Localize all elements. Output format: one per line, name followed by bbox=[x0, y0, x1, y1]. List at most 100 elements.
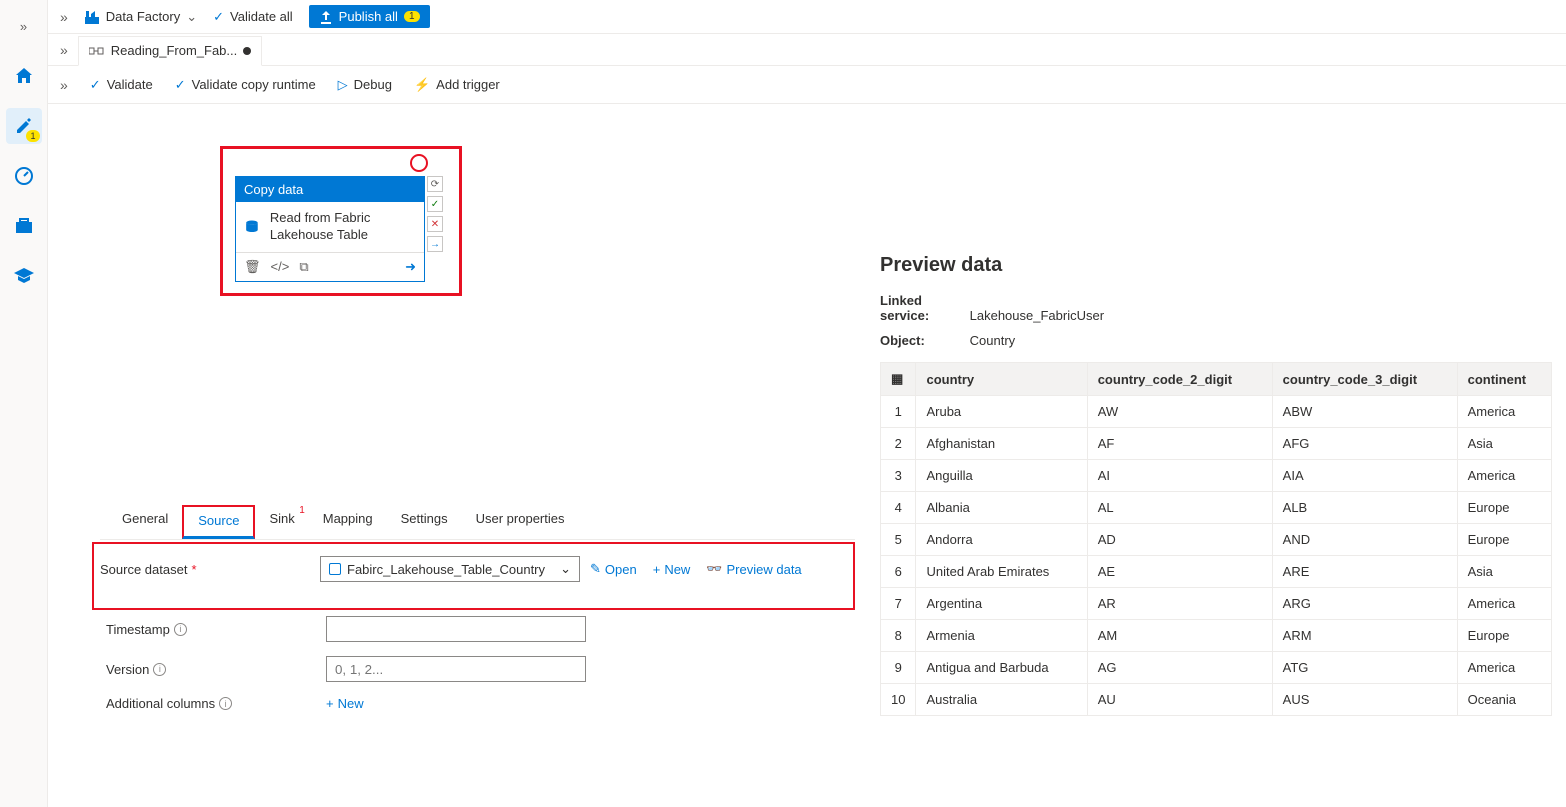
tab-user-properties[interactable]: User properties bbox=[462, 505, 579, 539]
add-column-button[interactable]: + New bbox=[326, 696, 364, 711]
code-icon[interactable]: </> bbox=[271, 259, 290, 275]
table-row[interactable]: 1ArubaAWABWAmerica bbox=[881, 396, 1552, 428]
table-row[interactable]: 7ArgentinaARARGAmerica bbox=[881, 588, 1552, 620]
rail-learn[interactable] bbox=[6, 258, 42, 294]
toolbar-expand[interactable]: » bbox=[60, 77, 68, 93]
tab-sink[interactable]: Sink 1 bbox=[255, 505, 308, 539]
pipeline-tab[interactable]: Reading_From_Fab... bbox=[78, 36, 262, 66]
table-row[interactable]: 8ArmeniaAMARMEurope bbox=[881, 620, 1552, 652]
validate-label: Validate bbox=[107, 77, 153, 92]
tab-mapping[interactable]: Mapping bbox=[309, 505, 387, 539]
table-cell: Andorra bbox=[916, 524, 1087, 556]
new-dataset-button[interactable]: + New bbox=[653, 561, 691, 577]
debug-label: Debug bbox=[354, 77, 392, 92]
table-row[interactable]: 10AustraliaAUAUSOceania bbox=[881, 684, 1552, 716]
table-cell: ARM bbox=[1272, 620, 1457, 652]
validate-copy-runtime-button[interactable]: ✓ Validate copy runtime bbox=[175, 77, 316, 93]
table-cell: Afghanistan bbox=[916, 428, 1087, 460]
home-icon bbox=[14, 66, 34, 86]
add-column-label: New bbox=[338, 696, 364, 711]
connector-skip[interactable]: ⟳ bbox=[427, 176, 443, 192]
chevron-down-icon: ⌄ bbox=[560, 561, 571, 577]
connector-success[interactable]: ✓ bbox=[427, 196, 443, 212]
validate-all-button[interactable]: ✓ Validate all bbox=[213, 9, 293, 25]
table-cell: AL bbox=[1087, 492, 1272, 524]
clone-icon[interactable]: ⧉ bbox=[299, 259, 308, 275]
row-number: 5 bbox=[881, 524, 916, 556]
preview-data-button[interactable]: 👓 Preview data bbox=[706, 561, 801, 577]
check-icon: ✓ bbox=[213, 9, 224, 25]
design-canvas[interactable]: Copy data Read from Fabric Lakehouse Tab… bbox=[100, 104, 855, 504]
validate-all-label: Validate all bbox=[230, 9, 293, 24]
activity-connectors: ⟳ ✓ ✕ → bbox=[427, 176, 445, 252]
row-number: 6 bbox=[881, 556, 916, 588]
table-row[interactable]: 2AfghanistanAFAFGAsia bbox=[881, 428, 1552, 460]
gauge-icon bbox=[14, 166, 34, 186]
rail-manage[interactable] bbox=[6, 208, 42, 244]
activity-name: Read from Fabric Lakehouse Table bbox=[270, 210, 416, 244]
activity-type: Copy data bbox=[236, 177, 424, 202]
add-trigger-label: Add trigger bbox=[436, 77, 500, 92]
check-icon: ✓ bbox=[175, 77, 186, 93]
row-number: 4 bbox=[881, 492, 916, 524]
object-label: Object: bbox=[880, 333, 966, 348]
info-icon[interactable]: i bbox=[219, 697, 232, 710]
source-dataset-dropdown[interactable]: Fabirc_Lakehouse_Table_Country ⌄ bbox=[320, 556, 580, 582]
table-row[interactable]: 3AnguillaAIAIAAmerica bbox=[881, 460, 1552, 492]
row-number: 3 bbox=[881, 460, 916, 492]
service-breadcrumb[interactable]: Data Factory ⌄ bbox=[84, 9, 197, 25]
play-icon: ▷ bbox=[338, 77, 348, 93]
rail-author[interactable]: 1 bbox=[6, 108, 42, 144]
table-cell: AF bbox=[1087, 428, 1272, 460]
column-header[interactable]: country_code_3_digit bbox=[1272, 363, 1457, 396]
table-row[interactable]: 4AlbaniaALALBEurope bbox=[881, 492, 1552, 524]
table-cell: America bbox=[1457, 588, 1552, 620]
table-cell: Anguilla bbox=[916, 460, 1087, 492]
column-header[interactable]: continent bbox=[1457, 363, 1552, 396]
debug-button[interactable]: ▷ Debug bbox=[338, 77, 392, 93]
table-cell: AUS bbox=[1272, 684, 1457, 716]
column-header[interactable]: country bbox=[916, 363, 1087, 396]
expand-button[interactable]: » bbox=[60, 9, 68, 25]
connector-completion[interactable]: → bbox=[427, 236, 443, 252]
timestamp-label: Timestamp bbox=[106, 622, 170, 637]
chevron-down-icon: ⌄ bbox=[186, 9, 197, 25]
tab-settings[interactable]: Settings bbox=[387, 505, 462, 539]
publish-all-button[interactable]: Publish all 1 bbox=[309, 5, 430, 28]
rail-monitor[interactable] bbox=[6, 158, 42, 194]
plus-icon: + bbox=[326, 696, 334, 711]
object-value: Country bbox=[970, 333, 1016, 348]
tab-sink-label: Sink bbox=[269, 511, 294, 526]
database-icon bbox=[244, 216, 260, 238]
table-cell: ARG bbox=[1272, 588, 1457, 620]
table-cell: America bbox=[1457, 396, 1552, 428]
connector-fail[interactable]: ✕ bbox=[427, 216, 443, 232]
table-cell: Oceania bbox=[1457, 684, 1552, 716]
version-input[interactable] bbox=[326, 656, 586, 682]
info-icon[interactable]: i bbox=[153, 663, 166, 676]
copy-data-activity[interactable]: Copy data Read from Fabric Lakehouse Tab… bbox=[235, 176, 425, 282]
arrow-right-icon[interactable]: ➜ bbox=[405, 259, 416, 275]
tab-expand-button[interactable]: » bbox=[60, 42, 68, 58]
table-row[interactable]: 6United Arab EmiratesAEAREAsia bbox=[881, 556, 1552, 588]
rail-expand[interactable]: » bbox=[6, 8, 42, 44]
tab-source[interactable]: Source bbox=[182, 505, 255, 539]
table-cell: AIA bbox=[1272, 460, 1457, 492]
row-number-header: ▦ bbox=[881, 363, 916, 396]
validate-button[interactable]: ✓ Validate bbox=[90, 77, 153, 93]
table-cell: Europe bbox=[1457, 492, 1552, 524]
info-icon[interactable]: i bbox=[174, 623, 187, 636]
column-header[interactable]: country_code_2_digit bbox=[1087, 363, 1272, 396]
timestamp-input[interactable] bbox=[326, 616, 586, 642]
table-row[interactable]: 9Antigua and BarbudaAGATGAmerica bbox=[881, 652, 1552, 684]
tab-general[interactable]: General bbox=[108, 505, 182, 539]
open-dataset-button[interactable]: ✎ Open bbox=[590, 561, 637, 577]
row-number: 9 bbox=[881, 652, 916, 684]
eye-icon: 👓 bbox=[706, 561, 722, 577]
delete-icon[interactable]: 🗑 bbox=[244, 259, 261, 275]
add-trigger-button[interactable]: ⚡ Add trigger bbox=[414, 77, 500, 93]
upload-icon bbox=[319, 10, 333, 24]
rail-home[interactable] bbox=[6, 58, 42, 94]
table-row[interactable]: 5AndorraADANDEurope bbox=[881, 524, 1552, 556]
table-cell: Australia bbox=[916, 684, 1087, 716]
